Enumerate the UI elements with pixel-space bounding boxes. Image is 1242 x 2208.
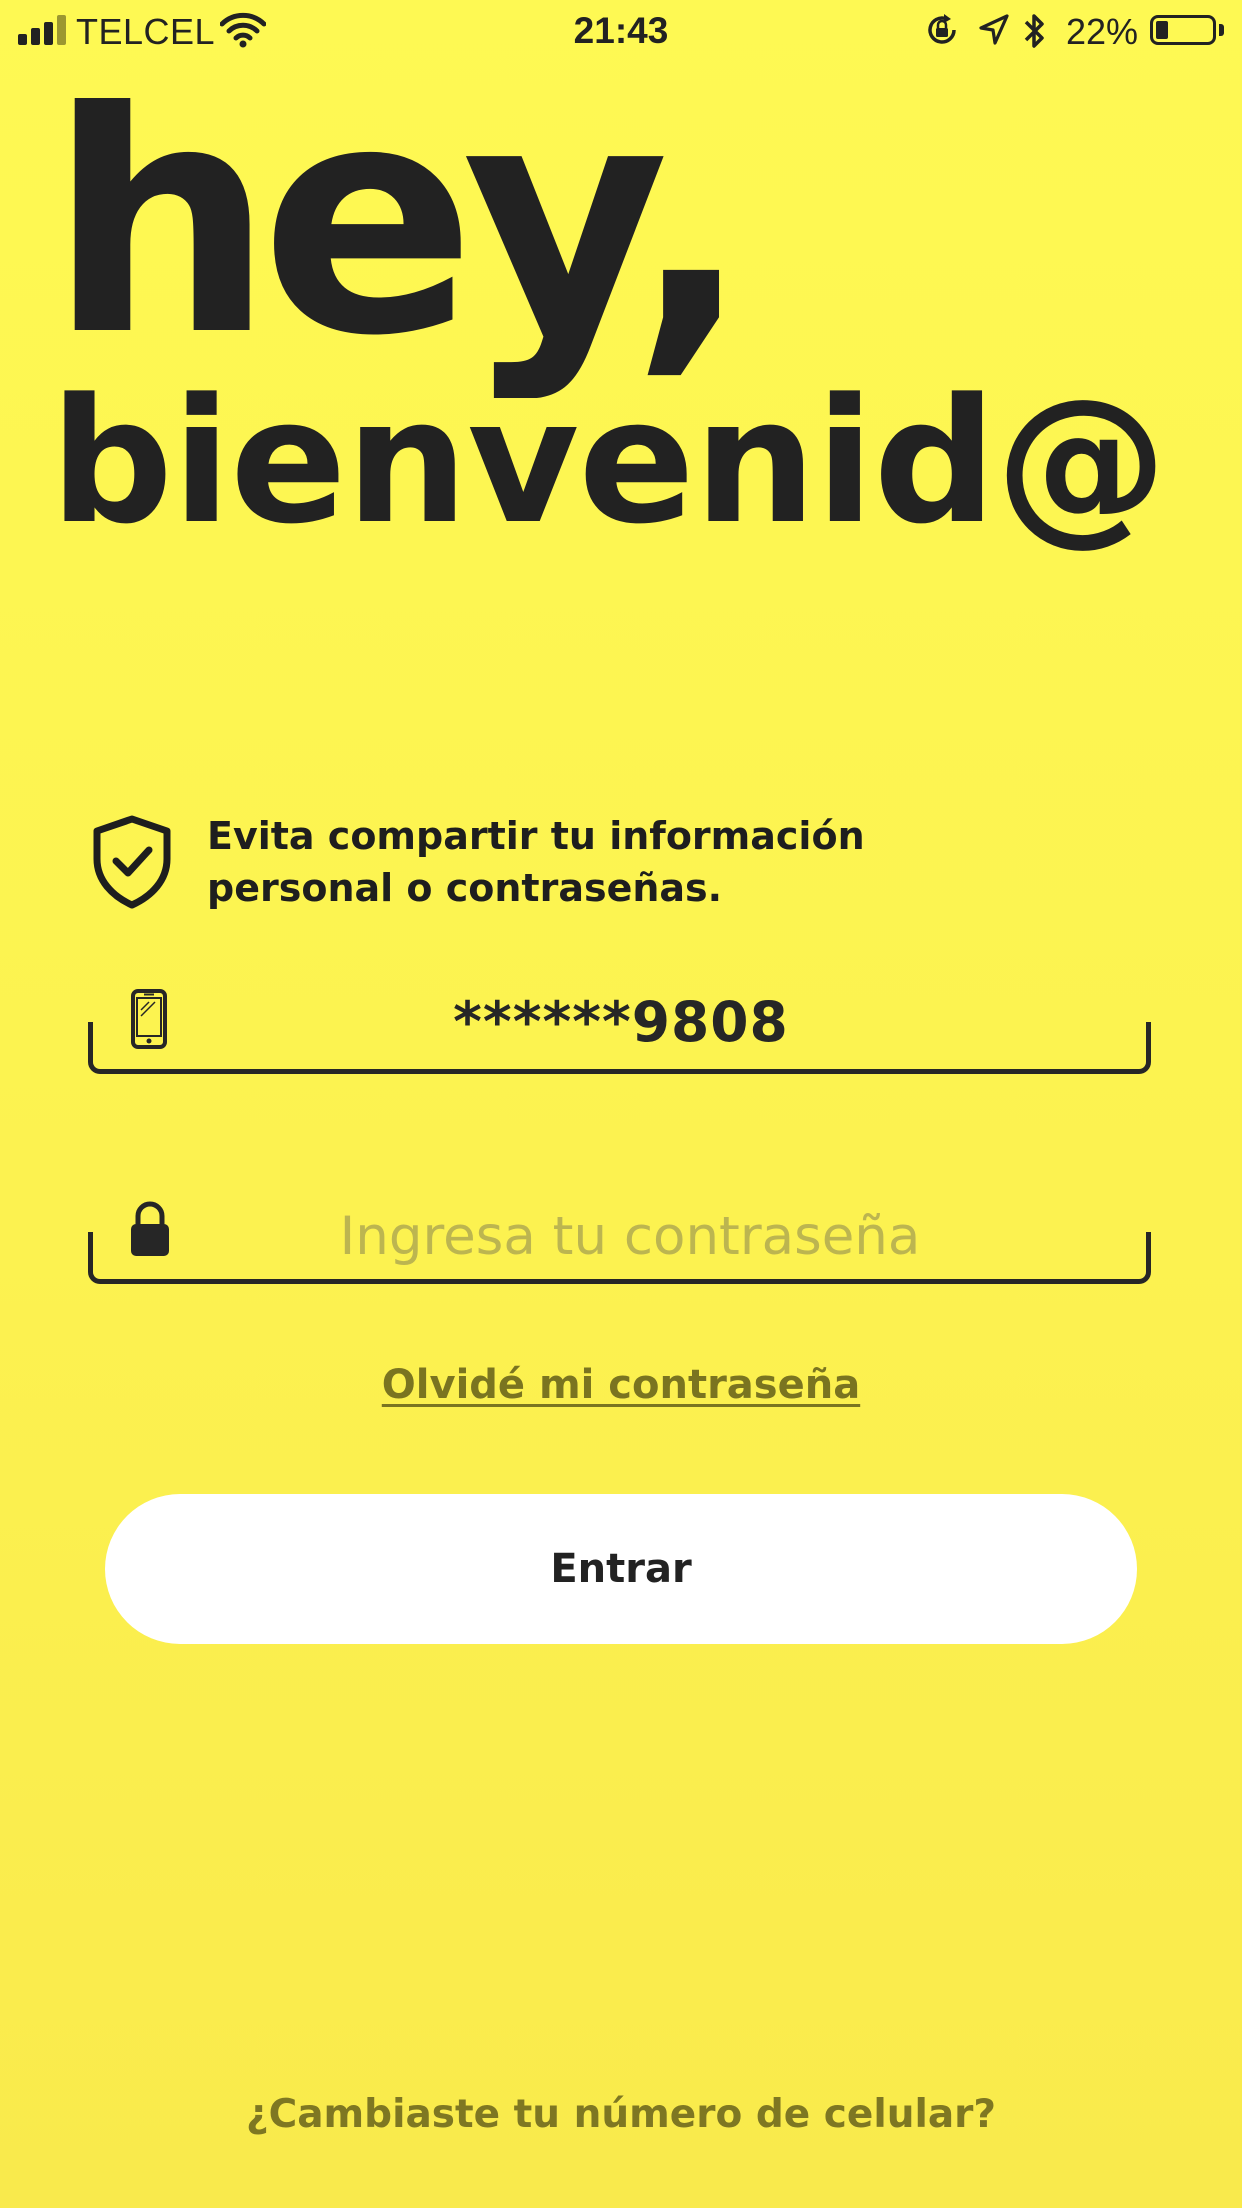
security-notice-line-2: personal o contraseñas. [207,866,723,910]
battery-percentage: 22% [1066,11,1139,52]
security-notice-line-1: Evita compartir tu información [207,814,865,858]
battery-terminal [1219,24,1224,36]
status-clock: 21:43 [573,10,669,51]
battery-icon [1150,15,1216,45]
change-number-link[interactable]: ¿Cambiaste tu número de celular? [0,2092,1242,2137]
password-field-border [88,1232,1151,1284]
svg-text:hey,: hey, [48,98,737,398]
phone-field-border [88,1022,1151,1074]
welcome-title: bienvenid@ [50,361,1167,562]
location-icon [979,14,1009,45]
bluetooth-icon [1024,14,1044,48]
rotation-lock-icon [928,14,956,44]
forgot-password-link[interactable]: Olvidé mi contraseña [0,1362,1242,1408]
greeting-title: hey, [48,98,748,398]
status-bar: TELCEL 21:43 22% [0,0,1242,62]
shield-check-icon [93,815,171,909]
security-notice: Evita compartir tu información personal … [207,810,987,914]
enter-button[interactable]: Entrar [105,1494,1137,1644]
battery-level [1156,21,1168,39]
